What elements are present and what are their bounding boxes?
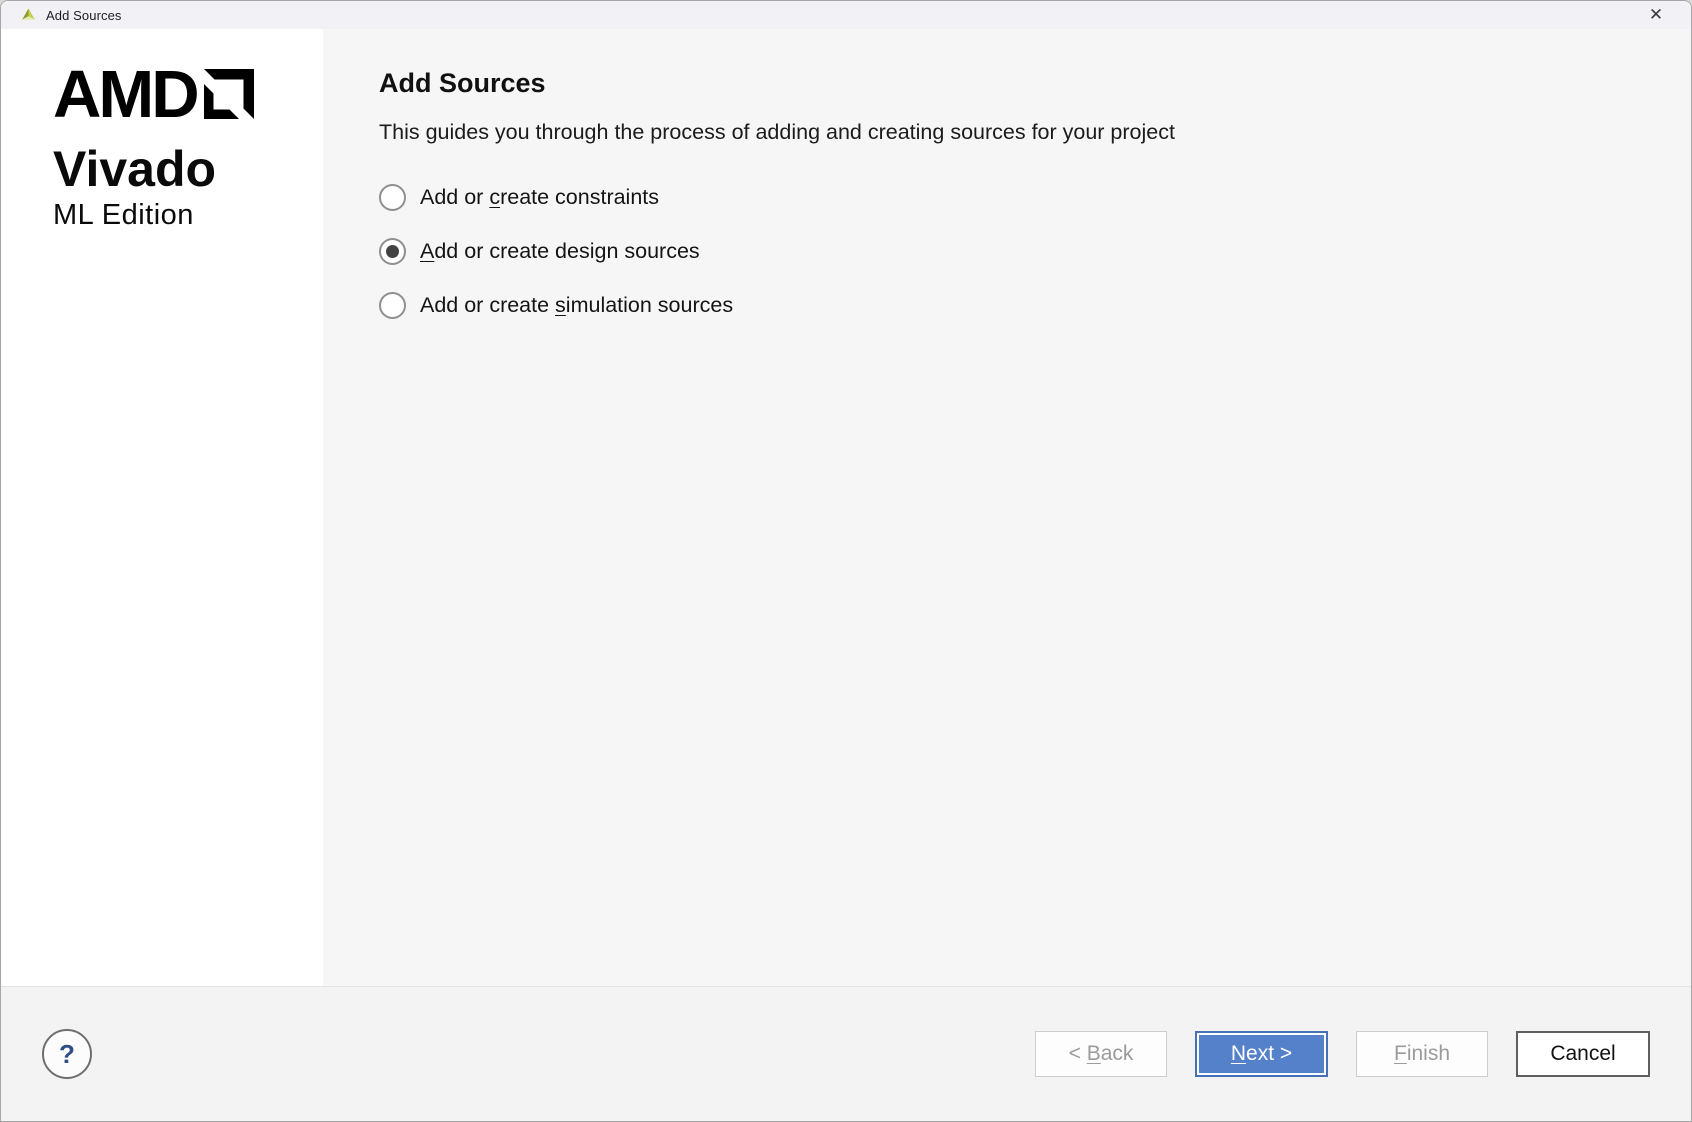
finish-button[interactable]: Finish [1356,1031,1488,1077]
source-type-radio-group: Add or create constraints Add or create … [379,171,1651,333]
cancel-button[interactable]: Cancel [1516,1031,1650,1077]
add-sources-dialog: Add Sources ✕ AMD Vivado ML Edition Add … [0,0,1692,1122]
amd-logo: AMD [53,67,323,124]
wizard-page: Add Sources This guides you through the … [323,29,1691,988]
radio-add-simulation-sources[interactable]: Add or create simulation sources [379,279,1651,333]
radio-selected-dot [386,245,399,258]
radio-circle-icon[interactable] [379,238,406,265]
radio-label: Add or create simulation sources [420,293,733,318]
title-bar: Add Sources ✕ [1,1,1691,29]
page-subtitle: This guides you through the process of a… [379,120,1651,145]
amd-arrow-icon [204,69,254,119]
radio-circle-icon[interactable] [379,292,406,319]
question-mark-icon: ? [59,1039,75,1070]
wizard-buttons: < Back Next > Finish Cancel [1035,1031,1650,1077]
radio-circle-icon[interactable] [379,184,406,211]
radio-add-design-sources[interactable]: Add or create design sources [379,225,1651,279]
back-button[interactable]: < Back [1035,1031,1167,1077]
close-icon[interactable]: ✕ [1633,1,1679,29]
wizard-footer: ? < Back Next > Finish Cancel [1,986,1691,1121]
radio-add-constraints[interactable]: Add or create constraints [379,171,1651,225]
page-title: Add Sources [379,69,1651,99]
next-button[interactable]: Next > [1195,1031,1328,1077]
branding-panel: AMD Vivado ML Edition [1,29,323,988]
help-button[interactable]: ? [42,1029,92,1079]
radio-label: Add or create design sources [420,239,700,264]
radio-label: Add or create constraints [420,185,659,210]
window-title: Add Sources [46,8,122,23]
ml-edition-label: ML Edition [53,201,323,230]
amd-wordmark: AMD [53,67,197,124]
dialog-content: AMD Vivado ML Edition Add Sources This g… [1,29,1691,988]
vivado-wordmark: Vivado [53,144,323,194]
vivado-app-icon [20,7,37,24]
